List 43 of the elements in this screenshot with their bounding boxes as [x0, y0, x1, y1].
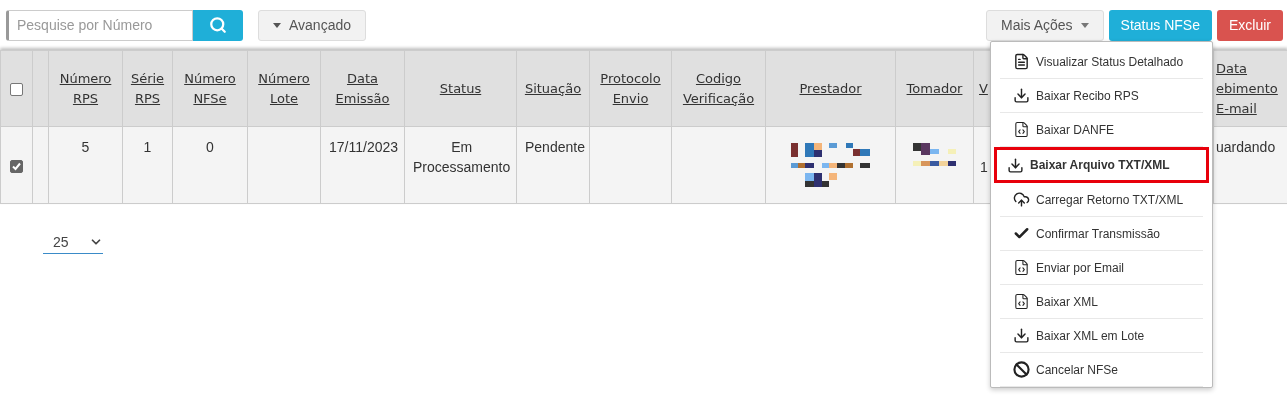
table-cell-text: 17/11/2023	[329, 138, 399, 157]
column-header[interactable]: V	[979, 78, 988, 99]
menu-item[interactable]: Confirmar Transmissão	[1000, 217, 1203, 251]
column-header[interactable]: Tomador	[906, 78, 963, 99]
checkbox[interactable]	[10, 159, 23, 173]
menu-item[interactable]: Baixar XML em Lote	[1000, 319, 1203, 353]
table-cell-text: 0	[206, 138, 214, 157]
table-cell-text: 1	[143, 138, 152, 157]
menu-item[interactable]: Carregar Retorno TXT/XML	[1000, 183, 1203, 217]
search-field[interactable]: Pesquise por Número	[6, 9, 193, 41]
ban-icon	[1012, 361, 1030, 378]
column-header[interactable]: Status	[439, 78, 482, 99]
column-header[interactable]: Prestador	[799, 78, 862, 99]
table-cell-text: uardando	[1216, 138, 1276, 157]
delete-button[interactable]: Excluir	[1217, 9, 1283, 41]
table-cell-text: Em Processamento	[413, 138, 511, 177]
caret-icon	[1080, 22, 1089, 28]
code-file-icon	[1012, 259, 1030, 276]
search-button[interactable]	[193, 9, 243, 41]
table-cell-text: 1	[980, 158, 988, 177]
download-icon	[1006, 156, 1024, 174]
code-file-icon	[1012, 293, 1030, 310]
menu-item[interactable]: Enviar por Email	[1000, 251, 1203, 285]
menu-item[interactable]: Baixar DANFE	[1000, 113, 1203, 147]
menu-item[interactable]: Visualizar Status Detalhado	[1000, 45, 1203, 79]
menu-item[interactable]: Baixar Recibo RPS	[1000, 79, 1203, 113]
download-icon	[1012, 327, 1030, 344]
download-icon	[1012, 87, 1030, 104]
cloud-upload-icon	[1012, 191, 1030, 208]
menu-item[interactable]: Cancelar NFSe	[1000, 353, 1203, 387]
pixelated-text-drawing	[913, 143, 956, 166]
page-size-select[interactable]: 25	[43, 234, 103, 254]
document-list-icon	[1012, 53, 1030, 70]
checkbox[interactable]	[10, 83, 23, 96]
search-icon	[209, 16, 227, 34]
advanced-button[interactable]: Avançado	[258, 9, 366, 41]
code-file-icon	[1012, 121, 1030, 138]
table-cell-text: 5	[81, 138, 90, 157]
caret-icon	[273, 22, 281, 28]
more-actions-button[interactable]: Mais Ações	[986, 9, 1104, 41]
menu-item[interactable]: Baixar Arquivo TXT/XML	[994, 147, 1209, 183]
menu-item[interactable]: Baixar XML	[1000, 285, 1203, 319]
table-cell-text: Pendente	[525, 138, 585, 157]
